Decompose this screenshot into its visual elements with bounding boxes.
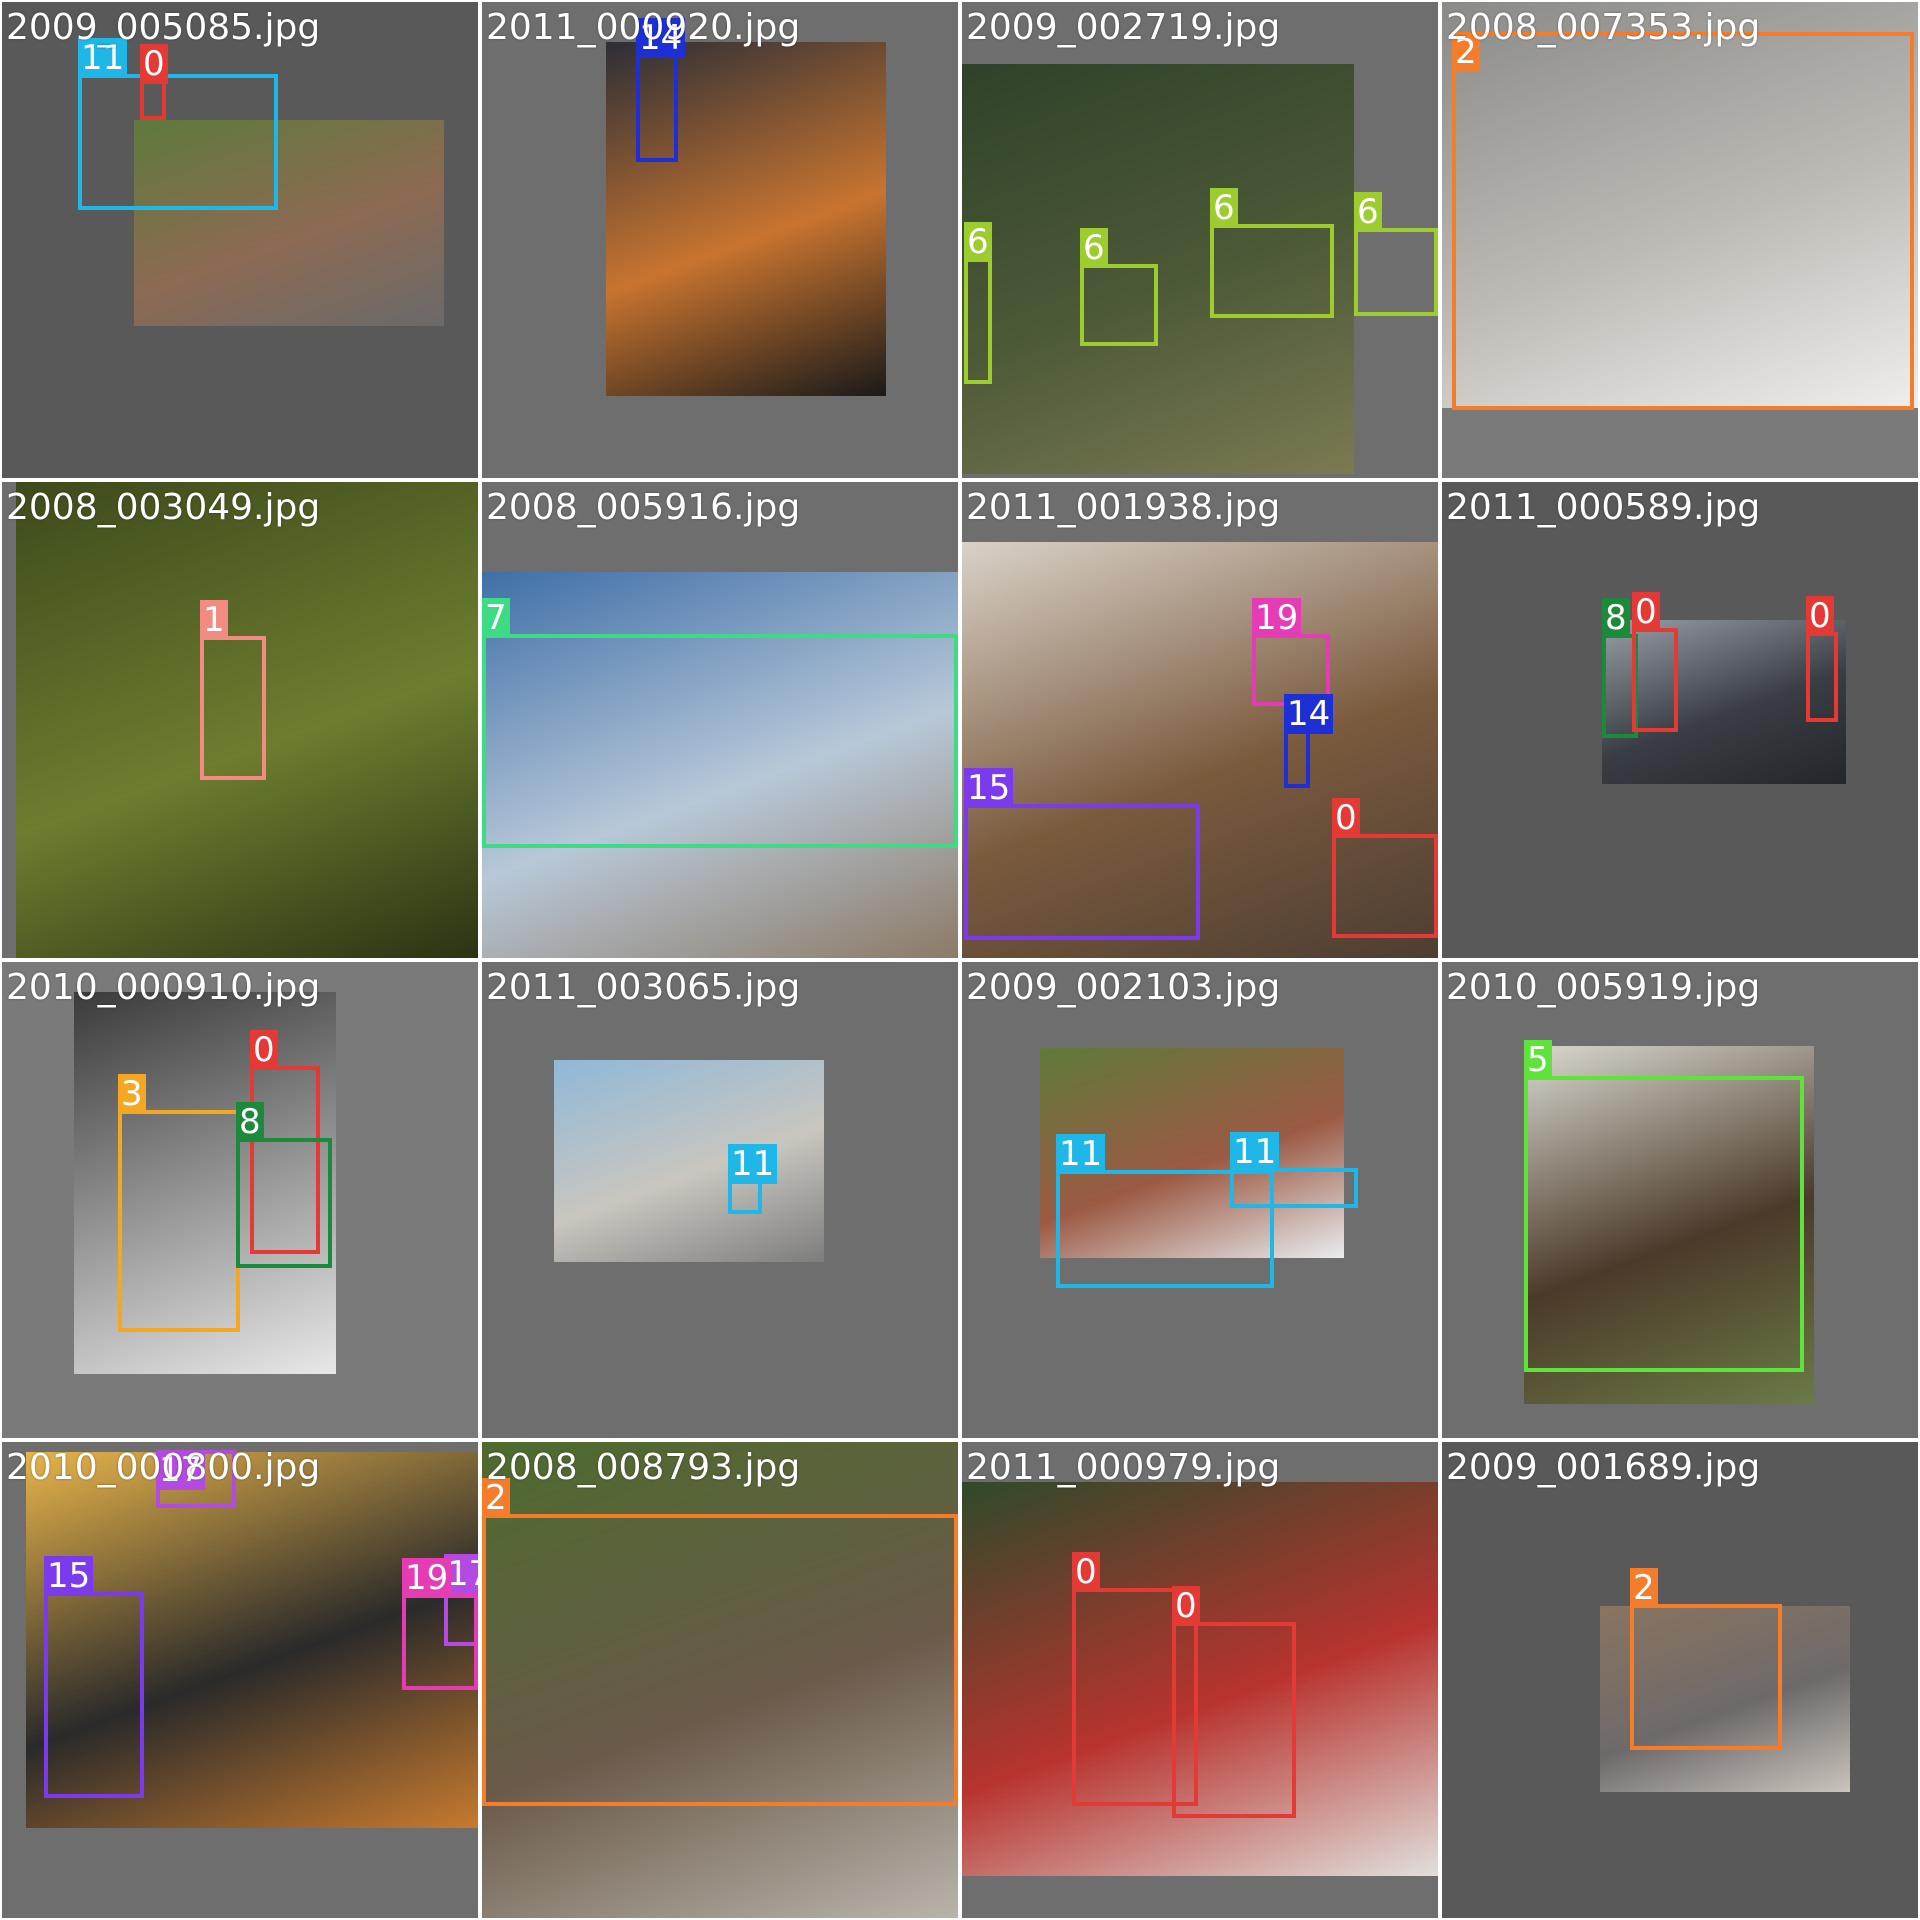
tile-filename: 2011_000979.jpg: [966, 1447, 1281, 1488]
bounding-box-class-label: 8: [1602, 598, 1630, 638]
bounding-box-class-label: 6: [1210, 188, 1238, 228]
tile-filename: 2009_001689.jpg: [1446, 1447, 1761, 1488]
mosaic-tile: 2008_003049.jpg 1: [2, 482, 478, 958]
bounding-box: 6: [1080, 228, 1158, 346]
bounding-box: 3: [118, 1074, 240, 1332]
bounding-box-class-label: 19: [402, 1558, 452, 1598]
bounding-box: 2: [1630, 1568, 1782, 1750]
bounding-box-class-label: 8: [236, 1102, 264, 1142]
image-mosaic: 2009_005085.jpg 11 0 2011_000920.jpg 14 2009_…: [0, 0, 1920, 1920]
bounding-box: 2: [482, 1478, 958, 1806]
bounding-box-class-label: 3: [118, 1074, 146, 1114]
mosaic-tile: 2011_000589.jpg 8 0 0: [1442, 482, 1918, 958]
mosaic-tile: 2008_008793.jpg 2: [482, 1442, 958, 1918]
mosaic-tile: 2010_000910.jpg 3 0 8: [2, 962, 478, 1438]
bounding-box-class-label: 6: [1354, 192, 1382, 232]
bounding-box: 8: [236, 1102, 332, 1268]
bounding-box-class-label: 15: [964, 768, 1014, 808]
mosaic-tile: 2009_005085.jpg 11 0: [2, 2, 478, 478]
mosaic-tile: 2010_005919.jpg 5: [1442, 962, 1918, 1438]
tile-filename: 2011_001938.jpg: [966, 487, 1281, 528]
mosaic-tile: 2011_000979.jpg 0 0: [962, 1442, 1438, 1918]
bounding-box: 0: [1632, 592, 1678, 732]
bounding-box-class-label: 0: [1072, 1552, 1100, 1592]
bounding-box-class-label: 0: [140, 44, 168, 84]
bounding-box: 11: [1230, 1132, 1358, 1208]
tile-filename: 2008_007353.jpg: [1446, 7, 1761, 48]
tile-filename: 2010_005919.jpg: [1446, 967, 1761, 1008]
bounding-box: 14: [1284, 694, 1334, 788]
mosaic-tile: 2008_005916.jpg 7: [482, 482, 958, 958]
tile-filename: 2011_000589.jpg: [1446, 487, 1761, 528]
tile-filename: 2011_000920.jpg: [486, 7, 801, 48]
bounding-box: 6: [1210, 188, 1334, 318]
tile-filename: 2008_008793.jpg: [486, 1447, 801, 1488]
mosaic-tile: 2011_003065.jpg 11: [482, 962, 958, 1438]
bounding-box: 1: [200, 600, 266, 780]
bounding-box: 0: [1332, 798, 1438, 938]
mosaic-tile: 2011_001938.jpg 19 14 15 0: [962, 482, 1438, 958]
tile-filename: 2011_003065.jpg: [486, 967, 801, 1008]
bounding-box-class-label: 14: [1284, 694, 1334, 734]
bounding-box-class-label: 19: [1252, 598, 1302, 638]
tile-photo: [554, 1060, 824, 1262]
bounding-box-class-label: 0: [1632, 592, 1660, 632]
tile-filename: 2010_000800.jpg: [6, 1447, 321, 1488]
bounding-box-class-label: 0: [250, 1030, 278, 1070]
bounding-box-class-label: 0: [1172, 1586, 1200, 1626]
tile-filename: 2009_005085.jpg: [6, 7, 321, 48]
bounding-box: 19: [402, 1558, 478, 1690]
tile-filename: 2008_003049.jpg: [6, 487, 321, 528]
bounding-box: 7: [482, 598, 958, 848]
tile-filename: 2009_002719.jpg: [966, 7, 1281, 48]
bounding-box-class-label: 0: [1806, 596, 1834, 636]
bounding-box-class-label: 5: [1524, 1040, 1552, 1080]
bounding-box: 14: [636, 18, 686, 162]
bounding-box: 6: [1354, 192, 1438, 316]
tile-filename: 2010_000910.jpg: [6, 967, 321, 1008]
mosaic-tile: 2009_002103.jpg 11 11: [962, 962, 1438, 1438]
bounding-box-class-label: 1: [200, 600, 228, 640]
mosaic-tile: 2009_002719.jpg 6 6 6 6: [962, 2, 1438, 478]
bounding-box: 15: [44, 1556, 144, 1798]
bounding-box: 0: [1806, 596, 1838, 722]
mosaic-tile: 2008_007353.jpg 2: [1442, 2, 1918, 478]
mosaic-tile: 2010_000800.jpg17151719: [2, 1442, 478, 1918]
bounding-box: 15: [964, 768, 1200, 940]
bounding-box: 2: [1452, 32, 1914, 410]
bounding-box: 11: [728, 1144, 778, 1214]
bounding-box-class-label: 6: [964, 222, 992, 262]
mosaic-tile: 2009_001689.jpg 2: [1442, 1442, 1918, 1918]
bounding-box: 0: [140, 44, 168, 120]
bounding-box: 5: [1524, 1040, 1804, 1372]
bounding-box: 0: [1172, 1586, 1296, 1818]
tile-filename: 2008_005916.jpg: [486, 487, 801, 528]
bounding-box-class-label: 6: [1080, 228, 1108, 268]
mosaic-tile: 2011_000920.jpg 14: [482, 2, 958, 478]
bounding-box-class-label: 11: [1230, 1132, 1280, 1172]
tile-filename: 2009_002103.jpg: [966, 967, 1281, 1008]
bounding-box-class-label: 7: [482, 598, 510, 638]
bounding-box: 11: [78, 38, 278, 210]
bounding-box-class-label: 11: [1056, 1134, 1106, 1174]
bounding-box-class-label: 2: [1630, 1568, 1658, 1608]
bounding-box-class-label: 11: [728, 1144, 778, 1184]
bounding-box-class-label: 15: [44, 1556, 94, 1596]
bounding-box-class-label: 0: [1332, 798, 1360, 838]
bounding-box: 6: [964, 222, 992, 384]
